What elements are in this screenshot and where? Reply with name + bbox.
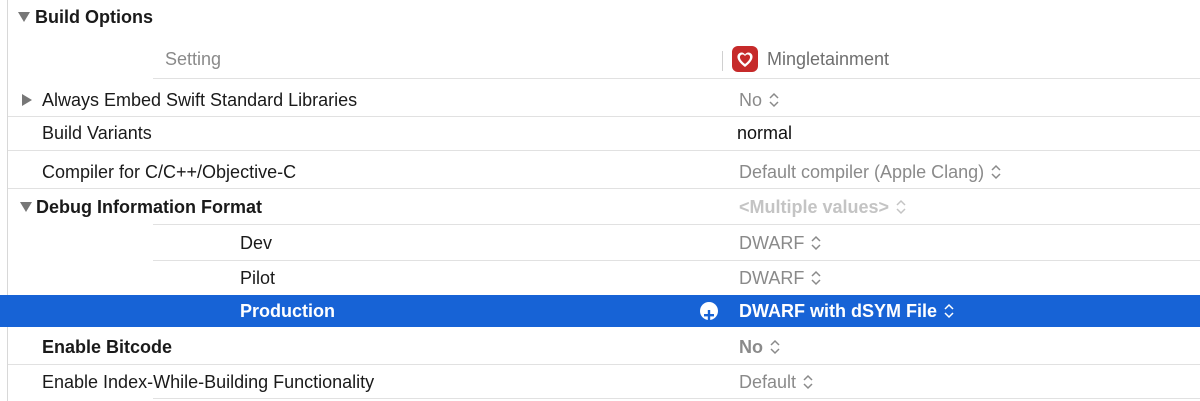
setting-value[interactable]: DWARF [739, 227, 822, 259]
setting-value-text: DWARF [739, 268, 805, 288]
setting-row-production[interactable]: Production DWARF with dSYM File [0, 295, 1200, 327]
column-separator [722, 51, 723, 71]
up-down-chevron-icon [802, 373, 814, 391]
row-divider [8, 364, 1200, 365]
setting-value[interactable]: Default compiler (Apple Clang) [739, 156, 1002, 188]
up-down-chevron-icon [810, 234, 822, 252]
setting-label: Production [240, 301, 335, 321]
setting-row-always-embed-swift[interactable]: Always Embed Swift Standard Libraries No [0, 84, 1200, 116]
setting-label: Always Embed Swift Standard Libraries [42, 90, 358, 110]
disclosure-triangle-right-icon[interactable] [22, 94, 32, 106]
setting-value-text: DWARF [739, 233, 805, 253]
disclosure-triangle-down-icon[interactable] [18, 12, 30, 22]
setting-row-build-variants[interactable]: Build Variants normal [0, 117, 1200, 149]
setting-value[interactable]: DWARF [739, 262, 822, 294]
setting-value-text: <Multiple values> [739, 197, 890, 217]
row-divider [153, 260, 1200, 261]
setting-row-dev[interactable]: Dev DWARF [0, 227, 1200, 259]
setting-value[interactable]: DWARF with dSYM File [739, 295, 955, 327]
setting-value-text: Default [739, 372, 797, 392]
setting-value[interactable]: normal [737, 117, 792, 149]
section-header[interactable]: Build Options [0, 1, 1200, 33]
setting-value[interactable]: No [739, 331, 781, 363]
setting-row-index-while-building[interactable]: Enable Index-While-Building Functionalit… [0, 366, 1200, 398]
setting-label: Debug Information Format [36, 197, 262, 217]
up-down-chevron-icon [810, 269, 822, 287]
setting-label: Pilot [240, 268, 276, 288]
row-divider [153, 224, 1200, 225]
up-down-chevron-icon [768, 91, 780, 109]
setting-value-text: No [739, 337, 763, 357]
setting-row-compiler[interactable]: Compiler for C/C++/Objective-C Default c… [0, 156, 1200, 188]
row-divider [8, 188, 1200, 189]
column-header: Setting Mingletainment [0, 43, 1200, 75]
setting-label: Enable Index-While-Building Functionalit… [42, 372, 375, 392]
plus-circle-icon[interactable] [700, 302, 718, 320]
setting-label: Dev [240, 233, 273, 253]
row-divider [153, 78, 1200, 79]
up-down-chevron-icon [769, 338, 781, 356]
setting-row-enable-bitcode[interactable]: Enable Bitcode No [0, 331, 1200, 363]
row-divider [8, 150, 1200, 151]
setting-value-text: Default compiler (Apple Clang) [739, 162, 985, 182]
setting-column-label: Setting [165, 49, 222, 69]
up-down-chevron-icon [943, 302, 955, 320]
setting-value[interactable]: No [739, 84, 780, 116]
target-name[interactable]: Mingletainment [767, 43, 889, 75]
setting-value-text: DWARF with dSYM File [739, 301, 937, 321]
setting-row-pilot[interactable]: Pilot DWARF [0, 262, 1200, 294]
disclosure-triangle-down-icon[interactable] [20, 202, 32, 212]
section-title: Build Options [35, 7, 153, 27]
setting-value-text: No [739, 90, 763, 110]
setting-row-debug-info-format[interactable]: Debug Information Format <Multiple value… [0, 191, 1200, 223]
row-divider [153, 398, 1200, 399]
setting-label: Enable Bitcode [42, 337, 173, 357]
setting-label: Build Variants [42, 123, 152, 143]
setting-label: Compiler for C/C++/Objective-C [42, 162, 297, 182]
up-down-chevron-icon [895, 198, 907, 216]
app-icon [732, 46, 758, 72]
up-down-chevron-icon [990, 163, 1002, 181]
setting-value[interactable]: <Multiple values> [739, 191, 907, 223]
setting-value[interactable]: Default [739, 366, 814, 398]
